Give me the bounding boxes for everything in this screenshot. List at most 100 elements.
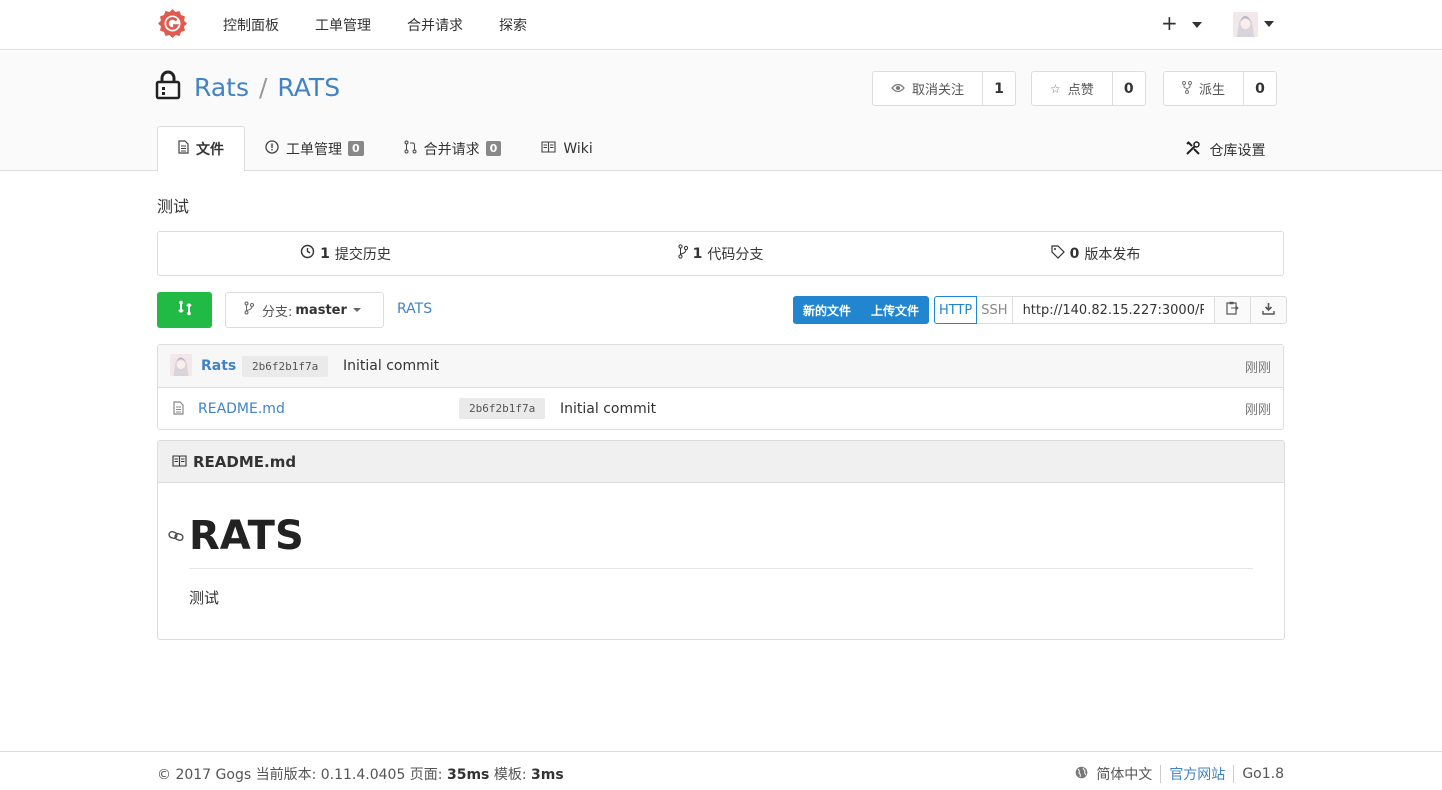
footer-info: © 2017 Gogs 当前版本: 0.11.4.0405 页面: 35ms 模… (157, 764, 564, 784)
issues-count-badge: 0 (348, 141, 364, 156)
clone-url-input[interactable] (1012, 296, 1215, 324)
watch-count[interactable]: 1 (983, 72, 1015, 105)
file-name-link[interactable]: README.md (198, 401, 285, 417)
readme-heading: RATS (189, 513, 304, 559)
table-row: README.md 2b6f2b1f7a Initial commit 刚刚 (158, 387, 1283, 429)
create-new-dropdown[interactable]: + (1161, 11, 1203, 35)
readme-panel: README.md RATS 测试 (157, 440, 1285, 640)
file-commit-sha-link[interactable]: 2b6f2b1f7a (459, 398, 546, 419)
tab-label: 合并请求 (423, 141, 480, 158)
latest-commit-row: Rats 2b6f2b1f7a Initial commit 刚刚 (158, 345, 1283, 387)
settings-label: 仓库设置 (1209, 143, 1266, 159)
unwatch-label: 取消关注 (912, 83, 965, 98)
divider (189, 568, 1253, 569)
file-icon (173, 401, 184, 419)
star-label: 点赞 (1067, 83, 1094, 98)
eye-icon (891, 82, 905, 96)
branches-count: 1 (692, 245, 703, 262)
chevron-down-icon (1192, 21, 1203, 28)
plus-icon: + (1161, 11, 1178, 35)
history-icon (300, 244, 315, 263)
star-button[interactable]: ☆ 点赞 (1032, 72, 1113, 105)
branch-name: master (295, 302, 347, 318)
tools-icon (1186, 141, 1204, 159)
branch-dropdown[interactable]: 分支: master (225, 292, 384, 328)
http-protocol-button[interactable]: HTTP (934, 296, 978, 324)
chevron-down-icon (352, 308, 361, 312)
globe-icon (1075, 766, 1088, 783)
go-version: Go1.8 (1242, 766, 1284, 782)
gogs-logo-icon[interactable] (157, 8, 188, 39)
tab-label: 文件 (196, 142, 224, 158)
releases-label: 版本发布 (1084, 246, 1141, 263)
upload-file-button[interactable]: 上传文件 (861, 296, 929, 324)
breadcrumb[interactable]: RATS (397, 301, 432, 317)
repo-settings-link[interactable]: 仓库设置 (1186, 140, 1265, 160)
lock-icon (155, 70, 181, 104)
nav-issues[interactable]: 工单管理 (315, 15, 371, 35)
readme-filename: README.md (193, 452, 297, 471)
tag-icon (1051, 244, 1065, 263)
avatar (170, 354, 192, 376)
file-commit-message[interactable]: Initial commit (560, 401, 656, 417)
fork-count[interactable]: 0 (1244, 72, 1276, 105)
divider (1160, 765, 1162, 783)
avatar[interactable] (1233, 12, 1258, 37)
repo-description: 测试 (157, 197, 190, 216)
link-anchor-icon[interactable] (168, 530, 184, 546)
repo-title: Rats / RATS (194, 73, 340, 102)
path-separator: / (258, 73, 268, 102)
commits-count: 1 (320, 245, 330, 262)
copy-url-button[interactable] (1214, 296, 1251, 324)
fork-button-group: 派生 0 (1163, 71, 1278, 106)
new-file-button[interactable]: 新的文件 (793, 296, 861, 324)
language-selector[interactable]: 简体中文 (1096, 764, 1152, 784)
repo-tabs: 文件 工单管理 0 合并请求 0 Wiki (157, 126, 613, 172)
tab-files[interactable]: 文件 (157, 126, 245, 172)
star-button-group: ☆ 点赞 0 (1031, 71, 1146, 106)
tab-issues[interactable]: 工单管理 0 (245, 126, 384, 171)
nav-explore[interactable]: 探索 (499, 15, 527, 35)
commits-label: 提交历史 (334, 246, 391, 263)
repo-owner-link[interactable]: Rats (194, 73, 249, 102)
commit-message: Initial commit (343, 358, 440, 374)
commit-sha-link[interactable]: 2b6f2b1f7a (242, 355, 329, 377)
download-button[interactable] (1250, 296, 1287, 324)
compare-icon (177, 300, 193, 320)
branch-icon (678, 244, 688, 263)
footer-copyright: © 2017 Gogs 当前版本: 0.11.4.0405 页面: (157, 767, 443, 783)
tab-label: 工单管理 (286, 141, 342, 158)
commits-stat[interactable]: 1 提交历史 (158, 232, 533, 275)
pull-request-icon (404, 140, 417, 158)
book-icon (172, 453, 187, 471)
commit-author-link[interactable]: Rats (201, 358, 236, 374)
repo-name-link[interactable]: RATS (277, 73, 340, 102)
compare-button[interactable] (157, 292, 212, 328)
branch-icon (244, 301, 254, 319)
file-actions: 新的文件 上传文件 (793, 296, 930, 324)
releases-count: 0 (1069, 245, 1080, 262)
chevron-down-icon[interactable] (1264, 21, 1274, 27)
nav-dashboard[interactable]: 控制面板 (223, 15, 279, 35)
template-render-time: 3ms (531, 767, 564, 783)
repo-header: Rats / RATS 取消关注 1 ☆ 点赞 0 派生 0 文件 工单管理 0… (0, 51, 1442, 172)
star-count[interactable]: 0 (1113, 72, 1145, 105)
branches-stat[interactable]: 1 代码分支 (533, 232, 908, 275)
website-link[interactable]: 官方网站 (1169, 764, 1225, 784)
nav-pulls[interactable]: 合并请求 (407, 15, 463, 35)
unwatch-button[interactable]: 取消关注 (873, 72, 984, 105)
fork-button[interactable]: 派生 (1164, 72, 1245, 105)
tab-wiki[interactable]: Wiki (521, 126, 612, 171)
footer-links: 简体中文 官方网站 Go1.8 (1075, 764, 1284, 784)
page-render-time: 35ms (446, 767, 490, 783)
tab-pulls[interactable]: 合并请求 0 (384, 126, 522, 171)
releases-stat[interactable]: 0 版本发布 (908, 232, 1283, 275)
watch-button-group: 取消关注 1 (872, 71, 1017, 106)
tab-label: Wiki (563, 140, 593, 157)
book-icon (541, 140, 556, 157)
ssh-protocol-button[interactable]: SSH (977, 296, 1013, 324)
file-text-icon (178, 140, 189, 158)
branches-label: 代码分支 (707, 246, 764, 263)
top-navbar: 控制面板 工单管理 合并请求 探索 + (0, 0, 1442, 50)
file-commit-time: 刚刚 (1244, 403, 1271, 418)
